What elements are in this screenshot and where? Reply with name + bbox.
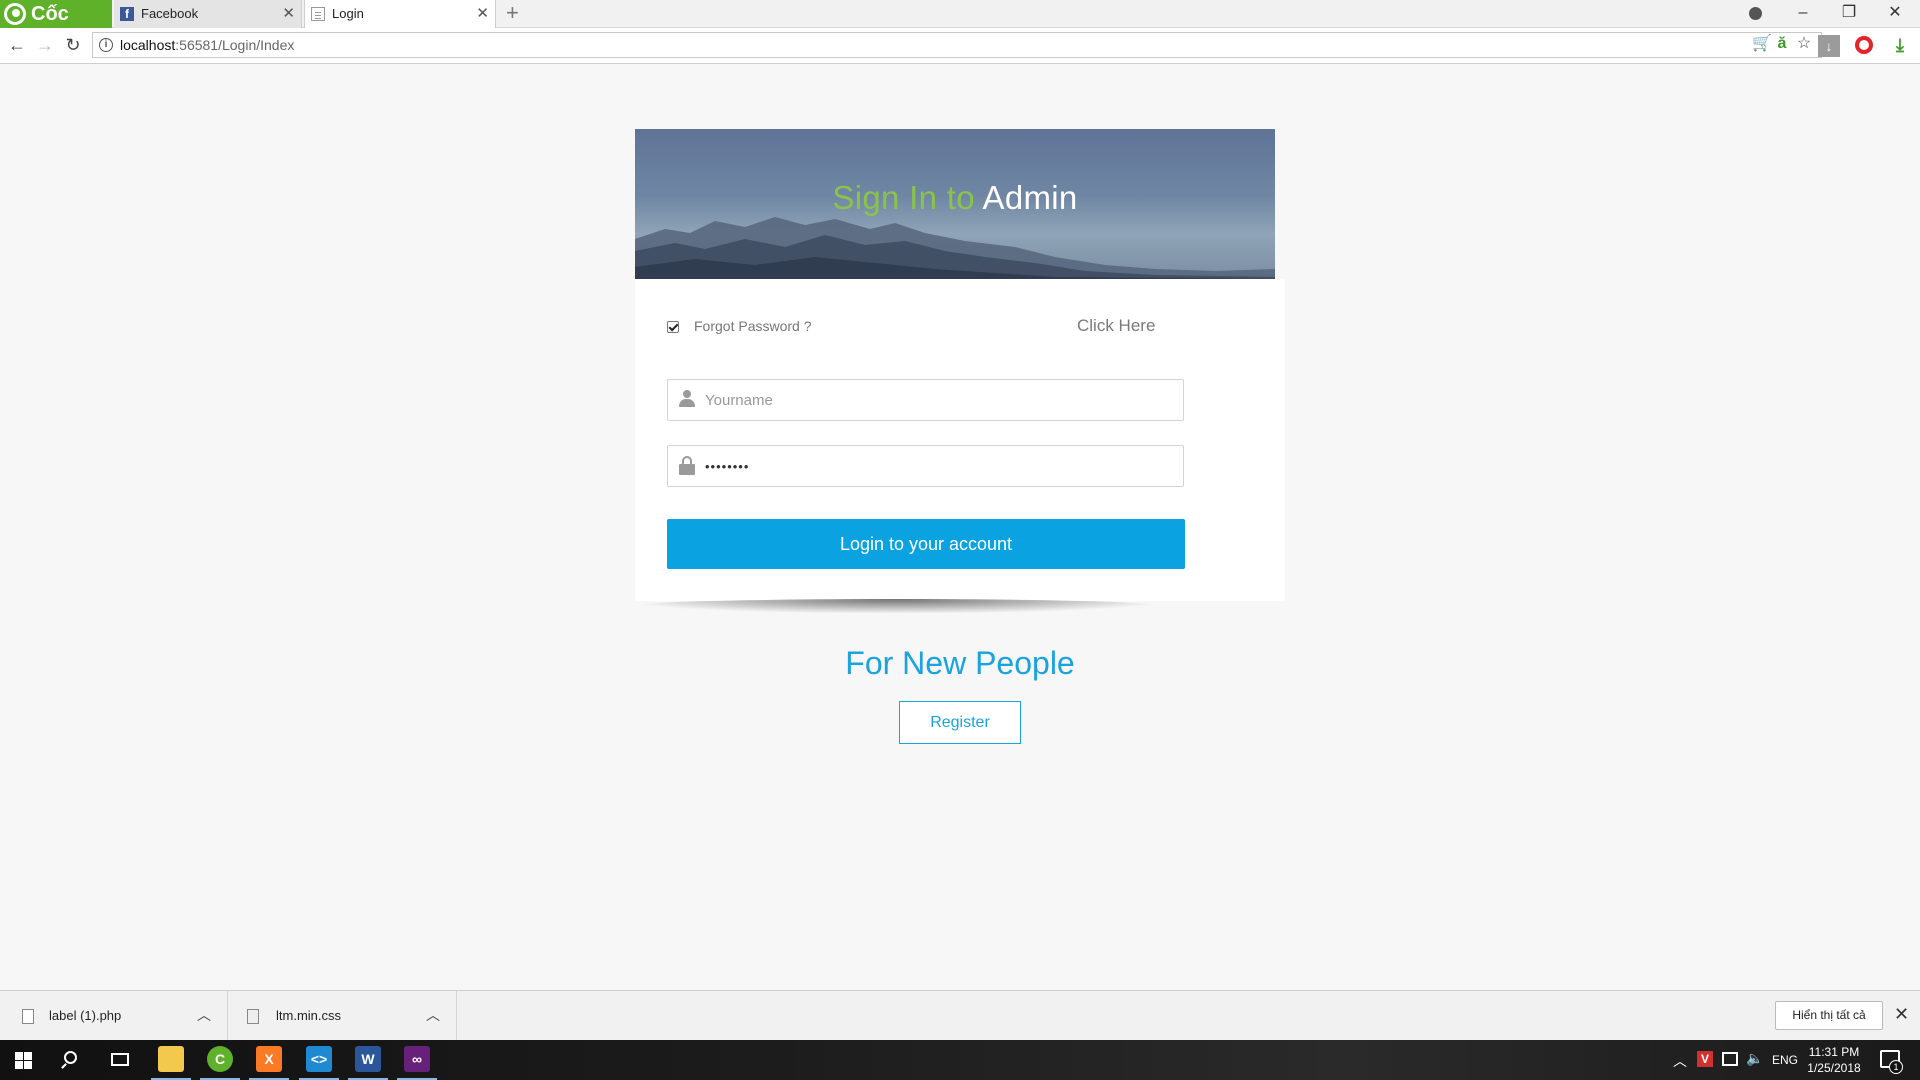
- address-bar[interactable]: i localhost:56581/Login/Index: [92, 32, 1822, 58]
- remember-checkbox[interactable]: [667, 321, 679, 333]
- tab-title: Facebook: [141, 6, 199, 21]
- login-title: Sign In to Admin: [635, 179, 1275, 217]
- facebook-icon: f: [120, 7, 134, 21]
- tray-overflow-chevron-icon[interactable]: ︿: [1673, 1051, 1687, 1071]
- download-icon[interactable]: ⤓: [1890, 35, 1910, 55]
- visual-studio-icon[interactable]: ∞: [404, 1046, 430, 1072]
- coccoc-browser-icon[interactable]: C: [207, 1046, 233, 1072]
- title-prefix: Sign In to: [832, 179, 975, 216]
- network-icon[interactable]: [1722, 1052, 1738, 1066]
- forgot-password-label: Forgot Password ?: [694, 318, 812, 334]
- lock-icon: [679, 456, 695, 476]
- maximize-button[interactable]: ❐: [1834, 0, 1864, 28]
- browser-tab-bar: Cốc Cốc f Facebook ✕ Login ✕ + – ❐ ✕: [0, 0, 1920, 53]
- language-indicator[interactable]: ENG: [1772, 1053, 1798, 1067]
- card-shadow: [631, 599, 1161, 613]
- clock-date: 1/25/2018: [1807, 1061, 1861, 1075]
- close-icon[interactable]: ✕: [1894, 1004, 1909, 1025]
- browser-brand[interactable]: Cốc Cốc: [0, 0, 112, 53]
- xampp-icon[interactable]: X: [256, 1046, 282, 1072]
- file-icon: [22, 1009, 34, 1024]
- download-extension-icon[interactable]: ↓: [1818, 35, 1840, 57]
- forward-arrow-icon[interactable]: →: [34, 34, 56, 56]
- file-explorer-icon[interactable]: [158, 1046, 184, 1072]
- url-text[interactable]: localhost:56581/Login/Index: [120, 33, 294, 57]
- download-shelf: label (1).php ︿ ltm.min.css ︿ Hiển thị t…: [0, 990, 1920, 1041]
- clock-time: 11:31 PM: [1808, 1045, 1860, 1059]
- tab-title: Login: [332, 6, 364, 21]
- download-file-name: ltm.min.css: [276, 1008, 341, 1023]
- tab-facebook[interactable]: f Facebook ✕: [114, 0, 302, 28]
- notification-badge: 1: [1889, 1060, 1903, 1074]
- antivirus-tray-icon[interactable]: V: [1697, 1051, 1713, 1067]
- tab-login[interactable]: Login ✕: [304, 0, 496, 28]
- register-button[interactable]: Register: [899, 701, 1021, 744]
- close-window-button[interactable]: ✕: [1880, 0, 1910, 28]
- tab-close-icon[interactable]: ✕: [282, 0, 295, 28]
- new-tab-button[interactable]: +: [506, 0, 519, 28]
- spell-a-icon[interactable]: ă: [1774, 34, 1790, 54]
- navigation-bar: ← → ↻ i localhost:56581/Login/Index 🛒 ă …: [0, 28, 1920, 64]
- login-button[interactable]: Login to your account: [667, 519, 1185, 569]
- title-suffix: Admin: [982, 179, 1078, 216]
- volume-icon[interactable]: 🔈: [1746, 1050, 1763, 1067]
- bookmark-star-icon[interactable]: ☆: [1794, 34, 1814, 54]
- back-arrow-icon[interactable]: ←: [6, 34, 28, 56]
- vscode-icon[interactable]: <>: [306, 1046, 332, 1072]
- chevron-up-icon[interactable]: ︿: [426, 1005, 440, 1025]
- reload-icon[interactable]: ↻: [62, 34, 84, 56]
- coccoc-logo-icon: [4, 3, 26, 25]
- username-input[interactable]: [705, 380, 1175, 420]
- task-view-icon[interactable]: [96, 1040, 144, 1080]
- windows-taskbar: C X <> W ∞ ︿ V 🔈 ENG 11:31 PM 1/25/2018 …: [0, 1040, 1920, 1080]
- page-icon: [311, 7, 325, 21]
- opera-icon[interactable]: [1855, 36, 1873, 54]
- info-icon[interactable]: i: [99, 38, 113, 52]
- show-all-downloads-button[interactable]: Hiển thị tất cả: [1775, 1001, 1883, 1030]
- username-field[interactable]: [667, 379, 1184, 421]
- word-icon[interactable]: W: [355, 1046, 381, 1072]
- login-banner: Sign In to Admin: [635, 129, 1275, 279]
- profile-icon[interactable]: [1740, 0, 1770, 28]
- shopping-cart-icon[interactable]: 🛒: [1752, 34, 1772, 54]
- search-icon[interactable]: [48, 1040, 96, 1080]
- click-here-link[interactable]: Click Here: [1077, 316, 1155, 336]
- download-item[interactable]: label (1).php ︿: [0, 991, 228, 1041]
- system-clock[interactable]: 11:31 PM 1/25/2018: [1800, 1044, 1868, 1076]
- tab-close-icon[interactable]: ✕: [476, 0, 489, 28]
- user-icon: [678, 390, 696, 408]
- password-input[interactable]: [705, 446, 1175, 486]
- password-field[interactable]: [667, 445, 1184, 487]
- file-icon: [247, 1009, 259, 1024]
- download-file-name: label (1).php: [49, 1008, 122, 1023]
- minimize-button[interactable]: –: [1788, 0, 1818, 28]
- chevron-up-icon[interactable]: ︿: [197, 1005, 211, 1025]
- new-people-heading: For New People: [845, 645, 1075, 681]
- windows-start-icon[interactable]: [0, 1040, 48, 1080]
- download-item[interactable]: ltm.min.css ︿: [230, 991, 457, 1041]
